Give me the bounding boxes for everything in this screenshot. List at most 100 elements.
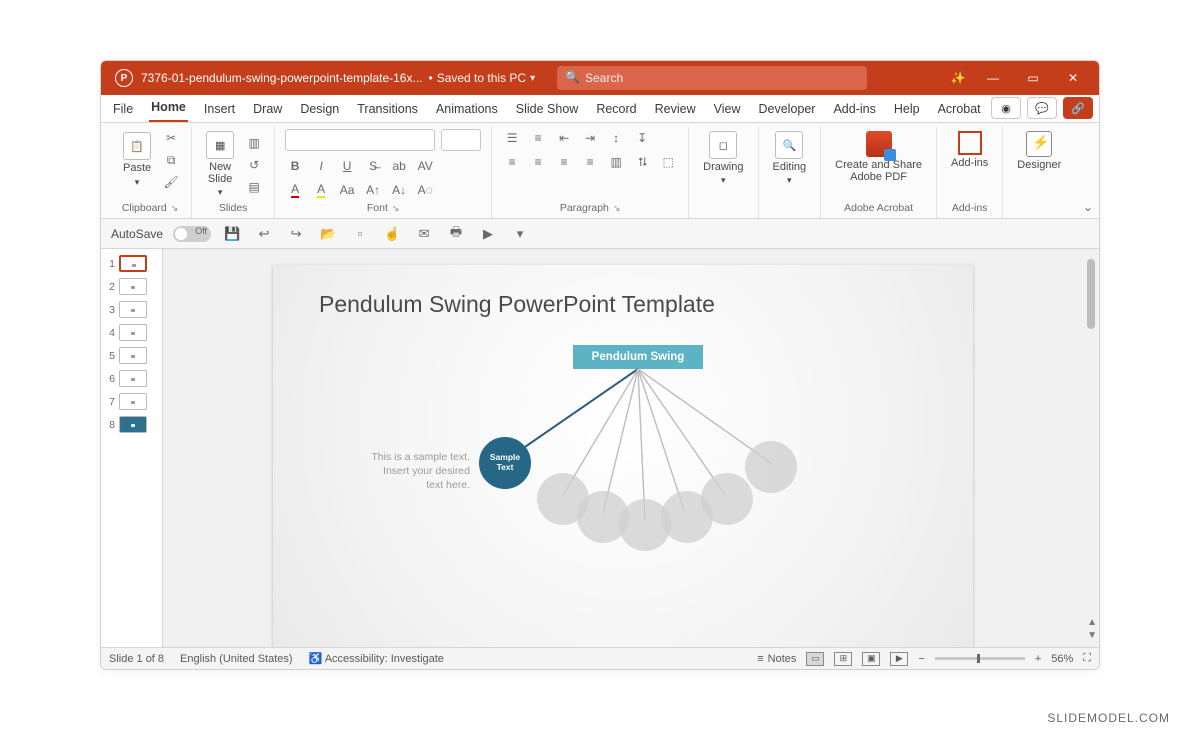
align-center-button[interactable]: ≡ [528,153,548,171]
customize-qat-button[interactable]: ▾ [509,223,531,245]
new-slide-button[interactable]: ▦ New Slide ▾ [202,129,238,200]
tab-transitions[interactable]: Transitions [355,98,420,122]
tab-record[interactable]: Record [594,98,638,122]
collapse-ribbon-button[interactable]: ⌄ [1083,200,1093,214]
tab-addins[interactable]: Add-ins [831,98,877,122]
italic-button[interactable]: I [311,157,331,175]
tab-help[interactable]: Help [892,98,922,122]
reading-view-button[interactable]: ▣ [862,652,880,666]
tab-slideshow[interactable]: Slide Show [514,98,581,122]
indent-increase-button[interactable]: ⇥ [580,129,600,147]
normal-view-button[interactable]: ▭ [806,652,824,666]
zoom-slider-thumb[interactable] [977,654,980,663]
reset-button[interactable]: ↺ [244,156,264,174]
accessibility-status[interactable]: ♿ Accessibility: Investigate [309,652,444,665]
share-button[interactable]: 🔗 [1063,97,1093,119]
strikethrough-button[interactable]: S̶ [363,157,383,175]
search-input[interactable] [557,66,867,90]
align-right-button[interactable]: ≡ [554,153,574,171]
zoom-in-button[interactable]: + [1035,653,1041,665]
addins-button[interactable]: Add-ins [947,129,992,171]
thumbnail-7[interactable]: 7 [105,393,158,410]
pendulum-ball[interactable] [701,473,753,525]
character-spacing-button[interactable]: AV [415,157,435,175]
cut-button[interactable]: ✂ [161,129,181,147]
zoom-slider[interactable] [935,657,1025,660]
minimize-button[interactable]: — [973,61,1013,95]
bold-button[interactable]: B [285,157,305,175]
launcher-icon[interactable]: ↘ [392,203,400,214]
language-status[interactable]: English (United States) [180,653,293,665]
grow-font-button[interactable]: A↑ [363,181,383,199]
designer-button[interactable]: Designer [1013,129,1065,173]
prev-slide-button[interactable]: ▲ [1087,617,1097,628]
tab-review[interactable]: Review [653,98,698,122]
slide-counter[interactable]: Slide 1 of 8 [109,653,164,665]
justify-button[interactable]: ≡ [580,153,600,171]
thumbnail-1[interactable]: 1 [105,255,158,272]
save-status[interactable]: • Saved to this PC ▾ [428,71,535,85]
indent-decrease-button[interactable]: ⇤ [554,129,574,147]
slide-canvas-area[interactable]: Pendulum Swing PowerPoint Template Pendu… [163,249,1099,647]
clear-formatting-button[interactable]: A◌ [415,181,435,199]
touch-mode-button[interactable]: ☝ [381,223,403,245]
tab-developer[interactable]: Developer [756,98,817,122]
shadow-button[interactable]: ab [389,157,409,175]
line-spacing-button[interactable]: ↕ [606,129,626,147]
font-size-select[interactable] [441,129,481,151]
tab-home[interactable]: Home [149,96,188,122]
slide-title[interactable]: Pendulum Swing PowerPoint Template [319,291,715,318]
text-direction-button[interactable]: ↧ [632,129,652,147]
launcher-icon[interactable]: ↘ [613,203,621,214]
bullets-button[interactable]: ☰ [502,129,522,147]
redo-button[interactable]: ↪ [285,223,307,245]
sorter-view-button[interactable]: ⊞ [834,652,852,666]
numbering-button[interactable]: ≡ [528,129,548,147]
font-color-button[interactable]: A [285,181,305,199]
maximize-button[interactable]: ▭ [1013,61,1053,95]
underline-button[interactable]: U [337,157,357,175]
highlight-button[interactable]: A [311,181,331,199]
slide[interactable]: Pendulum Swing PowerPoint Template Pendu… [273,265,973,647]
section-button[interactable]: ▤ [244,178,264,196]
vertical-scrollbar[interactable] [1087,253,1097,607]
format-painter-button[interactable]: 🖌 [161,173,181,191]
smartart-button[interactable]: ⬚ [658,153,678,171]
notes-button[interactable]: ≡ Notes [757,653,796,665]
launcher-icon[interactable]: ↘ [171,203,179,214]
from-beginning-button[interactable]: ▶ [477,223,499,245]
tab-view[interactable]: View [712,98,743,122]
document-name[interactable]: 7376-01-pendulum-swing-powerpoint-templa… [141,71,422,85]
thumbnail-2[interactable]: 2 [105,278,158,295]
adobe-pdf-button[interactable]: Create and Share Adobe PDF [831,129,926,185]
tab-design[interactable]: Design [298,98,341,122]
sample-text[interactable]: This is a sample text. Insert your desir… [335,450,470,493]
slideshow-view-button[interactable]: ▶ [890,652,908,666]
tab-insert[interactable]: Insert [202,98,237,122]
editing-button[interactable]: 🔍 Editing ▾ [769,129,811,188]
copilot-icon[interactable]: ✨ [943,71,973,85]
open-button[interactable]: 📂 [317,223,339,245]
zoom-level[interactable]: 56% [1051,653,1073,665]
next-slide-button[interactable]: ▼ [1087,630,1097,641]
pendulum-ball-main[interactable]: Sample Text [479,437,531,489]
pendulum-label[interactable]: Pendulum Swing [573,345,703,369]
save-button[interactable]: 💾 [221,223,243,245]
align-text-button[interactable]: ⮁ [632,153,652,171]
tab-animations[interactable]: Animations [434,98,500,122]
change-case-button[interactable]: Aa [337,181,357,199]
tab-draw[interactable]: Draw [251,98,284,122]
thumbnail-3[interactable]: 3 [105,301,158,318]
autosave-toggle[interactable]: Off [173,226,211,242]
thumbnail-8[interactable]: 8 [105,416,158,433]
print-preview-button[interactable]: 🖶 [445,223,467,245]
tab-file[interactable]: File [111,98,135,122]
copy-button[interactable]: ⧉ [161,151,181,169]
comments-button[interactable]: 💬 [1027,97,1057,119]
new-file-button[interactable]: ▫ [349,223,371,245]
fit-to-window-button[interactable]: ⛶ [1083,652,1091,665]
align-left-button[interactable]: ≡ [502,153,522,171]
undo-button[interactable]: ↩ [253,223,275,245]
scrollbar-thumb[interactable] [1087,259,1095,329]
layout-button[interactable]: ▥ [244,134,264,152]
